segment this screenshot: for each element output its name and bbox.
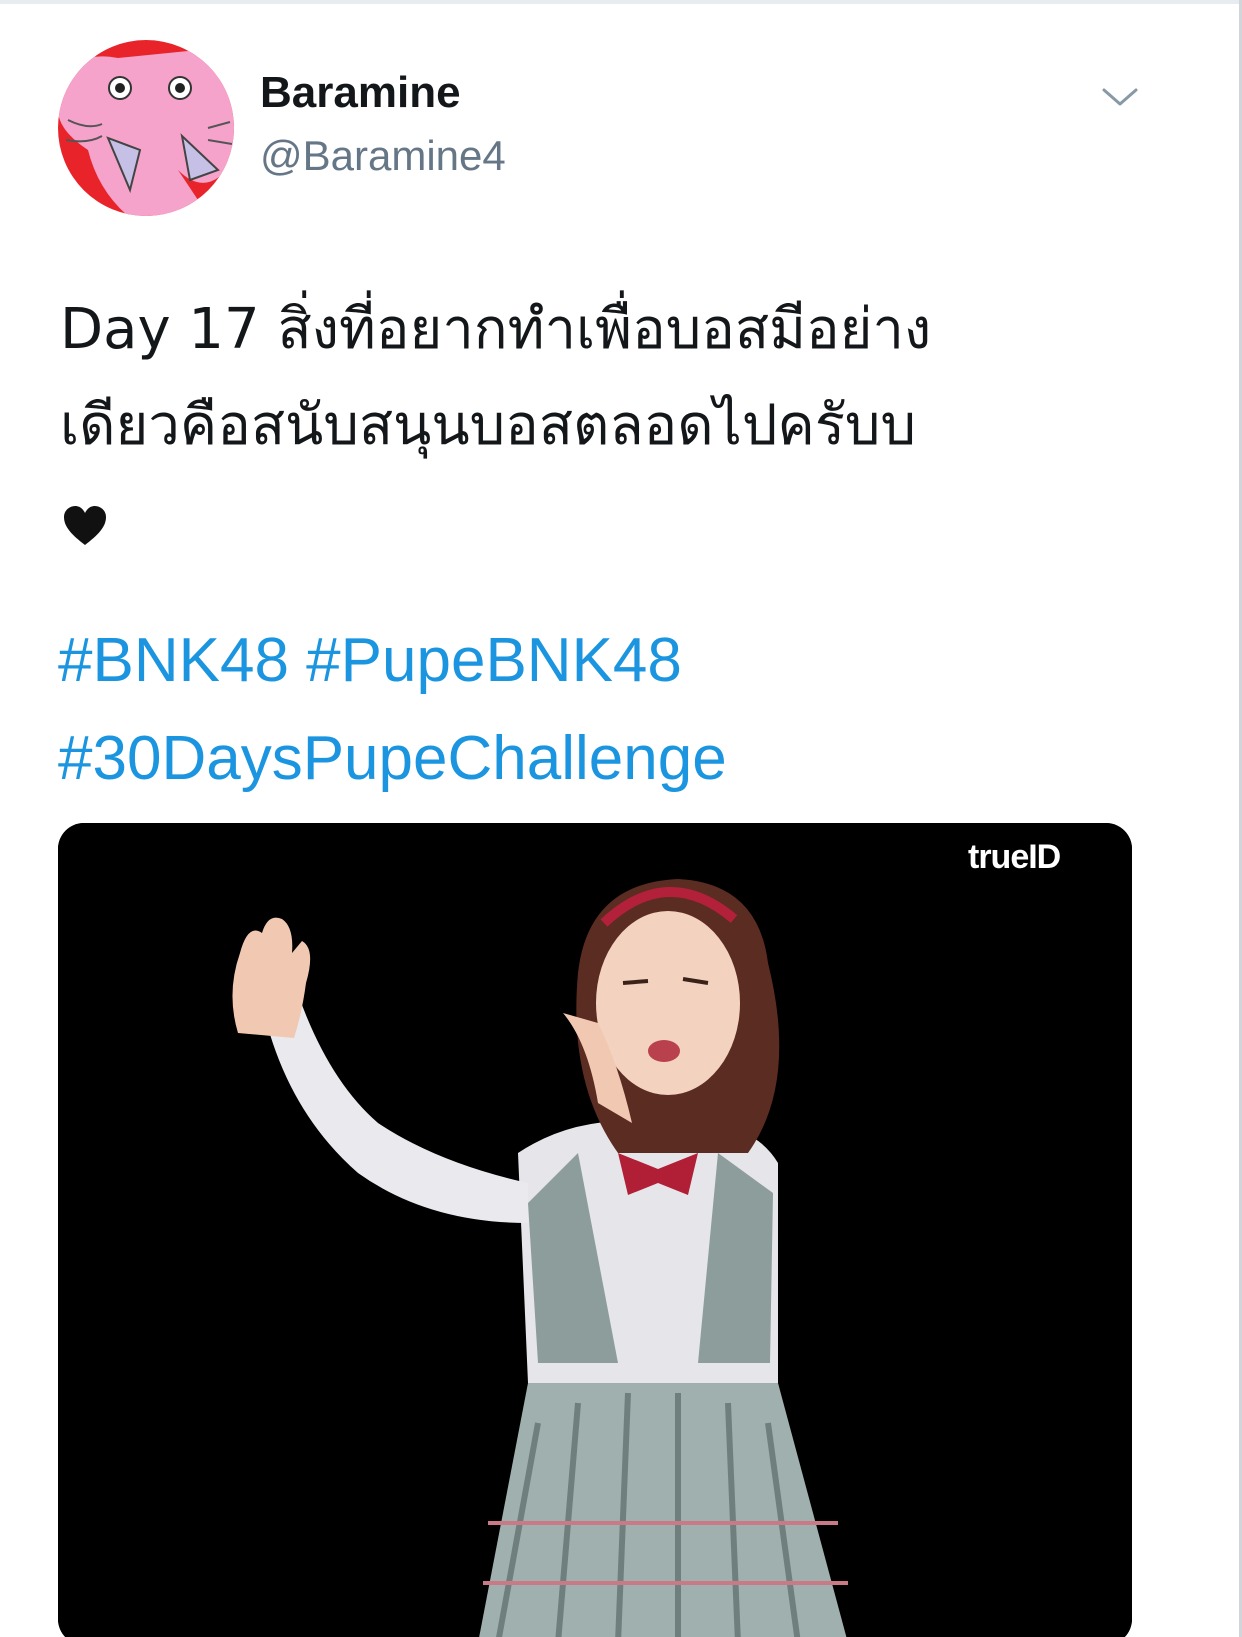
display-name[interactable]: Baramine: [260, 66, 461, 120]
hashtag-list: #BNK48 #PupeBNK48 #30DaysPupeChallenge: [58, 612, 727, 808]
chevron-down-icon[interactable]: [1100, 82, 1140, 112]
user-handle[interactable]: @Baramine4: [260, 130, 506, 182]
avatar-image: [58, 40, 234, 216]
hashtag-link[interactable]: #30DaysPupeChallenge: [58, 724, 727, 793]
avatar[interactable]: [58, 40, 234, 216]
tweet-view: Baramine @Baramine4 Day 17 สิ่งที่อยากทำ…: [0, 0, 1242, 1637]
hashtag-link[interactable]: #BNK48: [58, 626, 289, 695]
tweet-media-photo[interactable]: [58, 823, 1132, 1637]
tweet-text: Day 17 สิ่งที่อยากทำเพื่อบอสมีอย่าง เดีย…: [60, 282, 1170, 474]
hashtag-link[interactable]: #PupeBNK48: [306, 626, 682, 695]
top-divider: [0, 0, 1242, 4]
tweet-text-line: Day 17 สิ่งที่อยากทำเพื่อบอสมีอย่าง: [60, 297, 932, 362]
stage-photo: [58, 823, 1132, 1637]
media-watermark: trueID: [968, 838, 1061, 876]
black-heart-icon: [62, 505, 108, 547]
tweet-text-line: เดียวคือสนับสนุนบอสตลอดไปครับบ: [60, 393, 916, 458]
